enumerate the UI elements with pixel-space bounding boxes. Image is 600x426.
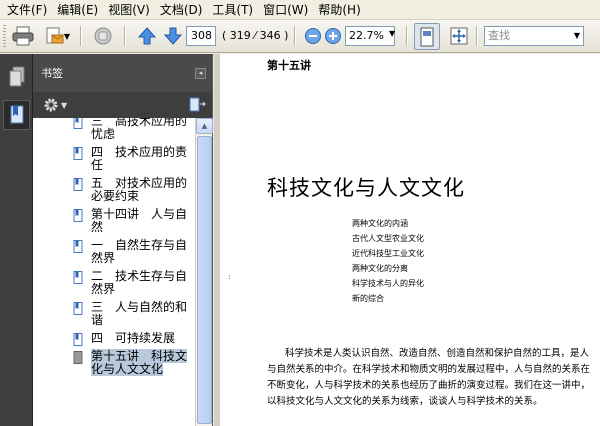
chapter-outline: 两种文化的内涵古代人文型农业文化 近代科技型工业文化 两种文化的分离科学技术与人的异… [352, 216, 424, 306]
bookmark-options-button[interactable]: ▼ [43, 97, 67, 113]
document-view[interactable]: 第十五讲 科技文化与人文文化 两种文化的内涵古代人文型农业文化 近代科技型工业文化… [214, 54, 600, 426]
bookmark-label: 四 可持续发展 [91, 331, 176, 345]
fit-window-button[interactable] [446, 24, 472, 48]
toolbar-divider [294, 26, 295, 46]
bookmark-icon [73, 118, 83, 129]
menu-help[interactable]: 帮助(H) [314, 1, 364, 19]
bookmark-label: 第十四讲 人与自然 [91, 207, 188, 234]
bookmarks-panel: 书签 ◂ ▼ 三 高技术应用的忧虑四 技术应用的责任五 对技术应用的必要约束 第十… [33, 54, 213, 426]
outline-line: 古代人文型农业文化 [352, 234, 424, 243]
bookmark-icon [73, 302, 83, 315]
hand-tool-button[interactable] [90, 24, 116, 48]
zoom-in-icon [325, 28, 341, 44]
bookmarks-scrollbar[interactable]: ▲ [195, 118, 213, 426]
email-button[interactable]: ▼ [40, 24, 74, 48]
toolbar-divider [80, 26, 81, 46]
bookmarks-title: 书签 [41, 67, 63, 80]
menu-window[interactable]: 窗口(W) [259, 1, 312, 19]
bookmarks-toolbar: ▼ [33, 92, 212, 118]
document-gutter [214, 54, 220, 426]
single-page-icon [420, 27, 434, 46]
expand-bookmark-icon[interactable] [188, 97, 206, 113]
pages-tab[interactable] [3, 62, 30, 92]
bookmark-icon [73, 240, 83, 253]
lecture-heading: 第十五讲 [267, 59, 311, 72]
toolbar-divider [124, 26, 125, 46]
bookmark-icon [10, 105, 23, 124]
chevron-down-icon: ▼ [61, 100, 68, 110]
toolbar-divider [406, 26, 407, 46]
zoom-level-input[interactable]: 22.7% [345, 26, 395, 46]
pages-icon [9, 66, 24, 87]
toolbar-grip[interactable] [3, 25, 6, 47]
outline-line: 两种文化的内涵 [352, 219, 408, 228]
outline-line: 两种文化的分离 [352, 264, 408, 273]
toolbar: ▼ 308 ( 319 ⁄ 346 ) 22.7% ▼ 查找 ▼ [0, 20, 600, 53]
bookmark-label: 三 高技术应用的忧虑 [91, 118, 188, 141]
chevron-down-icon: ▼ [63, 31, 71, 41]
fit-page-icon [450, 27, 468, 45]
hand-icon [94, 27, 112, 45]
chapter-title: 科技文化与人文文化 [267, 176, 465, 200]
document-envelope-icon [46, 27, 64, 44]
menu-file[interactable]: 文件(F) [3, 1, 51, 19]
single-page-view-button[interactable] [414, 23, 440, 50]
find-input[interactable]: 查找 ▼ [484, 26, 584, 46]
find-placeholder: 查找 [488, 29, 510, 42]
bookmark-icon [73, 178, 83, 191]
bookmarks-tab[interactable] [3, 100, 30, 130]
arrow-up-icon [137, 27, 157, 45]
menu-document[interactable]: 文档(D) [156, 1, 207, 19]
bookmark-icon [73, 333, 83, 346]
bookmark-label: 四 技术应用的责任 [91, 145, 188, 172]
margin-mark: : [228, 272, 231, 281]
next-page-button[interactable] [160, 24, 186, 48]
bookmark-label: 一 自然生存与自然界 [91, 238, 188, 265]
printer-icon [12, 26, 34, 46]
bookmark-item[interactable]: 四 技术应用的责任 [33, 146, 195, 172]
bookmark-item[interactable]: 四 可持续发展 [33, 331, 195, 346]
outline-line: 科学技术与人的异化 [352, 279, 424, 288]
menu-bar: 文件(F) 编辑(E) 视图(V) 文档(D) 工具(T) 窗口(W) 帮助(H… [0, 0, 600, 20]
bookmark-icon [73, 209, 83, 222]
zoom-in-button[interactable] [320, 24, 346, 48]
outline-line: 新的综合 [352, 294, 384, 303]
chevron-down-icon[interactable]: ▼ [389, 29, 395, 38]
scroll-up-arrow-icon[interactable]: ▲ [196, 118, 213, 134]
bookmarks-list: 三 高技术应用的忧虑四 技术应用的责任五 对技术应用的必要约束 第十四讲 人与自然… [33, 118, 195, 426]
menu-view[interactable]: 视图(V) [104, 1, 154, 19]
bookmark-item[interactable]: 二 技术生存与自然界 [33, 270, 195, 296]
body-paragraph: 科学技术是人类认识自然、改造自然、创造自然和保护自然的工具，是人与自然关系的中介… [267, 348, 591, 407]
bookmarks-header: 书签 ◂ [33, 54, 212, 92]
menu-edit[interactable]: 编辑(E) [53, 1, 102, 19]
toolbar-divider [476, 26, 477, 46]
bookmark-label: 第十五讲 科技文化与人文文化 [91, 349, 188, 376]
bookmark-icon [73, 271, 83, 284]
bookmark-item[interactable]: 五 对技术应用的必要约束 [33, 177, 195, 203]
bookmark-label: 二 技术生存与自然界 [91, 269, 188, 296]
navigation-strip [0, 54, 33, 426]
bookmark-item[interactable]: 第十四讲 人与自然 [33, 208, 195, 234]
bookmark-item[interactable]: 第十五讲 科技文化与人文文化 [33, 349, 195, 376]
close-icon[interactable]: ◂ [195, 67, 206, 79]
menu-tools[interactable]: 工具(T) [208, 1, 257, 19]
pdf-reader-window: 文件(F) 编辑(E) 视图(V) 文档(D) 工具(T) 窗口(W) 帮助(H… [0, 0, 600, 426]
gear-icon [44, 98, 58, 112]
scroll-thumb[interactable] [197, 136, 212, 424]
bookmark-label: 五 对技术应用的必要约束 [91, 176, 188, 203]
arrow-down-icon [163, 27, 183, 45]
page-count-label: ( 319 ⁄ 346 ) [222, 29, 289, 42]
chevron-down-icon[interactable]: ▼ [574, 27, 580, 45]
bookmark-label: 三 人与自然的和谐 [91, 300, 188, 327]
bookmark-item[interactable]: 三 高技术应用的忧虑 [33, 118, 195, 141]
page-number-input[interactable]: 308 [186, 26, 216, 46]
bookmark-icon [73, 351, 83, 364]
outline-line: 近代科技型工业文化 [352, 249, 424, 258]
bookmark-item[interactable]: 三 人与自然的和谐 [33, 301, 195, 327]
bookmark-icon [73, 147, 83, 160]
previous-page-button[interactable] [134, 24, 160, 48]
bookmark-item[interactable]: 一 自然生存与自然界 [33, 239, 195, 265]
print-button[interactable] [10, 24, 36, 48]
